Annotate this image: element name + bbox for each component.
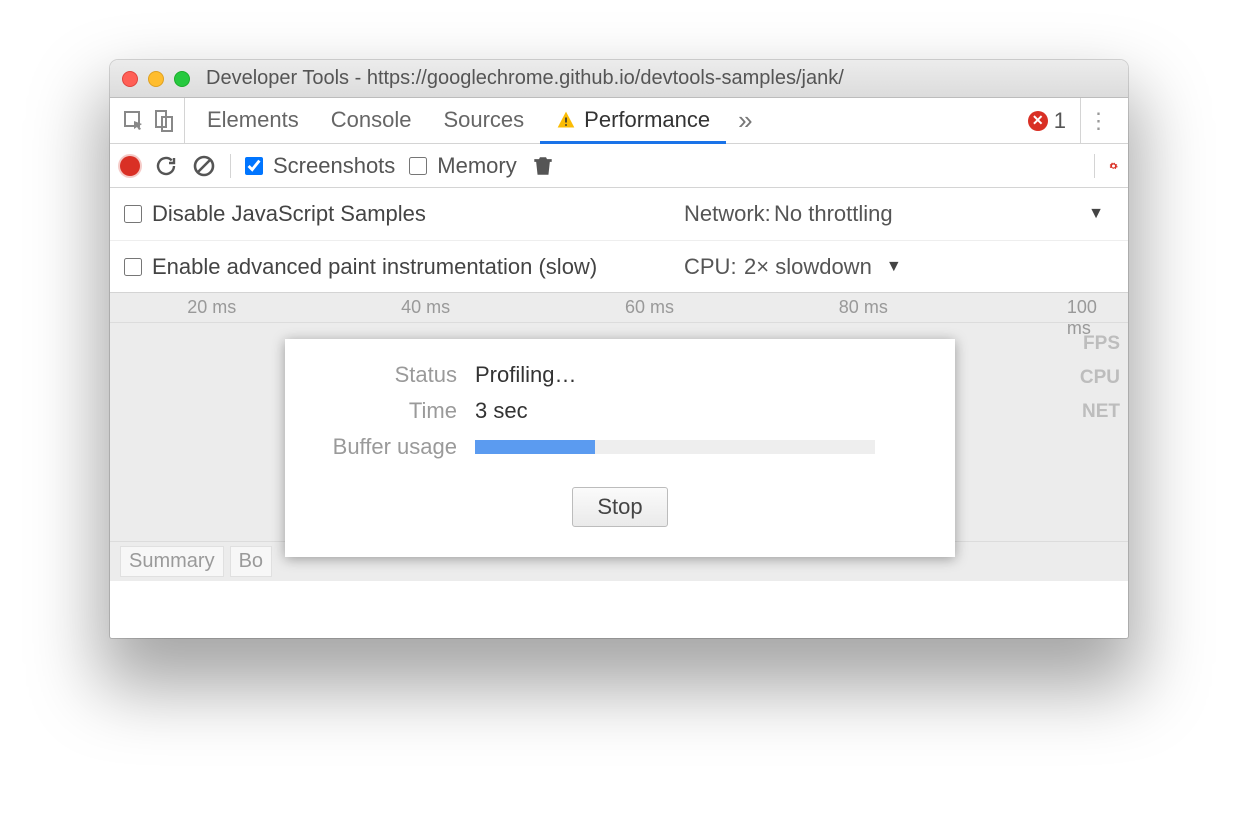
timeline-area: 20 ms 40 ms 60 ms 80 ms 100 ms FPS CPU N… <box>110 293 1128 581</box>
capture-settings-button[interactable] <box>1094 154 1118 178</box>
inspect-tools <box>114 98 185 143</box>
lane-cpu: CPU <box>1080 361 1120 395</box>
panel-tabs: Elements Console Sources Performance » ✕… <box>110 98 1128 144</box>
screenshots-checkbox[interactable]: Screenshots <box>245 153 395 179</box>
minimize-window-button[interactable] <box>148 71 164 87</box>
window-title: Developer Tools - https://googlechrome.g… <box>206 67 844 90</box>
tabs-overflow-button[interactable]: » <box>726 98 764 143</box>
buffer-progress-fill <box>475 440 595 454</box>
ruler-tick: 60 ms <box>625 297 674 318</box>
performance-toolbar: Screenshots Memory <box>110 144 1128 188</box>
network-throttling-select[interactable]: No throttling <box>774 201 893 227</box>
fullscreen-window-button[interactable] <box>174 71 190 87</box>
enable-paint-instrumentation-checkbox[interactable]: Enable advanced paint instrumentation (s… <box>124 254 684 280</box>
error-icon: ✕ <box>1028 111 1048 131</box>
settings-row-1: Disable JavaScript Samples Network: No t… <box>110 188 1128 240</box>
enable-paint-label: Enable advanced paint instrumentation (s… <box>152 254 597 280</box>
capture-settings-panel: Disable JavaScript Samples Network: No t… <box>110 188 1128 293</box>
tab-console[interactable]: Console <box>315 98 428 144</box>
disable-js-samples-label: Disable JavaScript Samples <box>152 201 426 227</box>
disable-js-samples-checkbox[interactable]: Disable JavaScript Samples <box>124 201 684 227</box>
tab-summary[interactable]: Summary <box>120 546 224 577</box>
ruler-tick: 20 ms <box>187 297 236 318</box>
ruler-tick: 40 ms <box>401 297 450 318</box>
device-toolbar-icon[interactable] <box>152 109 176 133</box>
chevron-down-icon: ▼ <box>886 258 902 276</box>
garbage-collect-button[interactable] <box>531 154 555 178</box>
cpu-throttling-select[interactable]: 2× slowdown ▼ <box>744 254 902 280</box>
close-window-button[interactable] <box>122 71 138 87</box>
profiling-dialog: Status Profiling… Time 3 sec Buffer usag… <box>285 339 955 557</box>
lane-labels: FPS CPU NET <box>1080 327 1120 429</box>
memory-label: Memory <box>437 153 516 179</box>
screenshots-checkbox-input[interactable] <box>245 157 263 175</box>
lane-net: NET <box>1080 395 1120 429</box>
error-badge[interactable]: ✕ 1 <box>1020 98 1074 143</box>
error-count: 1 <box>1054 108 1066 134</box>
more-options-button[interactable]: ⋮ <box>1080 98 1116 143</box>
warning-icon <box>556 110 576 130</box>
tab-elements[interactable]: Elements <box>191 98 315 144</box>
titlebar: Developer Tools - https://googlechrome.g… <box>110 60 1128 98</box>
ruler-tick: 80 ms <box>839 297 888 318</box>
time-label: Time <box>307 398 475 424</box>
window-controls <box>122 71 190 87</box>
record-button[interactable] <box>120 156 140 176</box>
status-value: Profiling… <box>475 362 576 388</box>
time-ruler: 20 ms 40 ms 60 ms 80 ms 100 ms <box>110 293 1128 323</box>
clear-button[interactable] <box>192 154 216 178</box>
inspect-element-icon[interactable] <box>122 109 146 133</box>
buffer-progress <box>475 440 875 454</box>
screenshots-label: Screenshots <box>273 153 395 179</box>
settings-row-2: Enable advanced paint instrumentation (s… <box>110 240 1128 292</box>
tab-sources[interactable]: Sources <box>427 98 540 144</box>
reload-profile-button[interactable] <box>154 154 178 178</box>
tab-bottom-up-truncated[interactable]: Bo <box>230 546 272 577</box>
chevron-down-icon: ▼ <box>1088 205 1104 223</box>
memory-checkbox-input[interactable] <box>409 157 427 175</box>
enable-paint-instrumentation-input[interactable] <box>124 258 142 276</box>
buffer-label: Buffer usage <box>307 434 475 460</box>
status-label: Status <box>307 362 475 388</box>
cpu-label: CPU: <box>684 254 744 280</box>
memory-checkbox[interactable]: Memory <box>409 153 516 179</box>
lane-fps: FPS <box>1080 327 1120 361</box>
tab-performance[interactable]: Performance <box>540 98 726 144</box>
disable-js-samples-input[interactable] <box>124 205 142 223</box>
network-label: Network: <box>684 201 774 227</box>
devtools-window: Developer Tools - https://googlechrome.g… <box>110 60 1128 638</box>
time-value: 3 sec <box>475 398 528 424</box>
stop-button[interactable]: Stop <box>572 487 667 527</box>
